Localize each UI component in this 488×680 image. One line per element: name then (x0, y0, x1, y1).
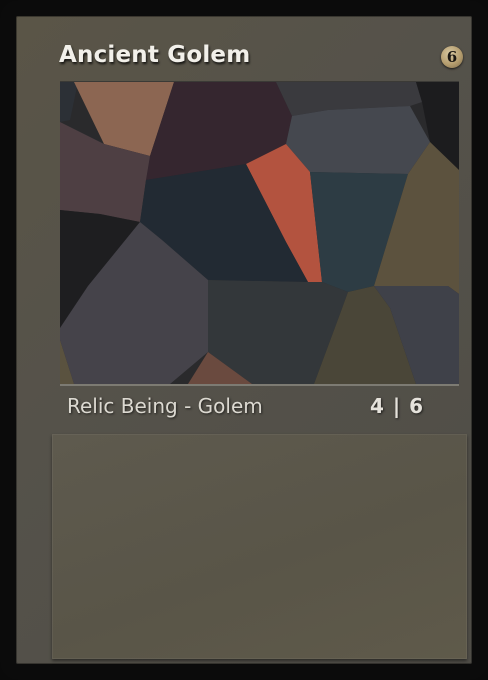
art-shard (286, 106, 430, 174)
mana-cost-gem: 6 (441, 46, 463, 68)
card-frame[interactable]: Ancient Golem 6 Relic Being - Golem 4 | … (16, 16, 472, 664)
card-type-line: Relic Being - Golem (67, 394, 263, 418)
card-art (60, 82, 459, 384)
rules-text-box (52, 434, 467, 659)
card-name: Ancient Golem (59, 42, 251, 68)
power-toughness: 4 | 6 (369, 394, 424, 418)
card-border: Ancient Golem 6 Relic Being - Golem 4 | … (0, 0, 488, 680)
